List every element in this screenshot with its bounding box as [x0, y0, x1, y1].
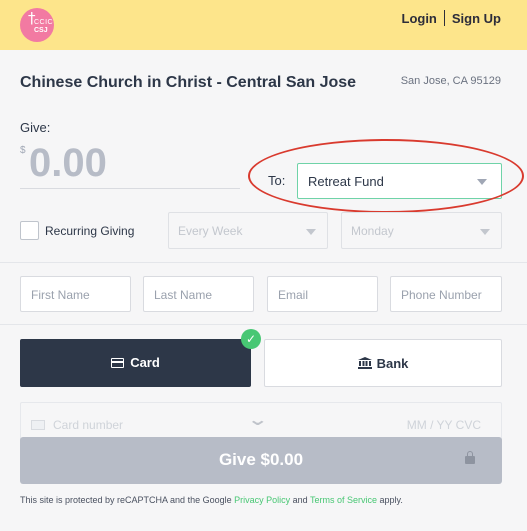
last-name-field[interactable]: Last Name	[143, 276, 254, 312]
fund-select[interactable]: Retreat Fund	[297, 163, 502, 199]
card-number-placeholder: Card number	[53, 418, 124, 432]
card-button-label: Card	[130, 355, 160, 370]
give-label: Give:	[20, 120, 51, 135]
card-brand-icon	[31, 420, 45, 430]
frequency-select-value: Every Week	[178, 224, 243, 238]
recurring-label[interactable]: Recurring Giving	[45, 224, 134, 238]
privacy-policy-link[interactable]: Privacy Policy	[234, 495, 290, 505]
chevron-down-icon	[477, 179, 487, 185]
amount-underline	[20, 188, 240, 189]
legal-and: and	[290, 495, 310, 505]
phone-field[interactable]: Phone Number	[390, 276, 502, 312]
card-icon	[111, 358, 125, 368]
chevron-down-icon	[480, 229, 490, 235]
chevron-down-icon[interactable]: ⌄	[247, 410, 268, 429]
church-location: San Jose, CA 95129	[400, 75, 501, 87]
fund-select-value: Retreat Fund	[308, 174, 384, 189]
login-link[interactable]: Login	[402, 11, 437, 26]
section-divider	[0, 262, 527, 263]
auth-divider	[443, 10, 445, 26]
amount-input[interactable]: 0.00	[29, 141, 107, 186]
email-placeholder: Email	[278, 288, 309, 302]
to-label: To:	[268, 173, 286, 188]
lock-icon	[465, 451, 475, 464]
signup-link[interactable]: Sign Up	[452, 11, 501, 26]
give-submit-button[interactable]: Give $0.00	[20, 437, 502, 484]
card-payment-button[interactable]: Card	[20, 339, 251, 387]
logo-text-line1: CCIC	[34, 19, 54, 26]
currency-symbol: $	[20, 145, 26, 156]
phone-placeholder: Phone Number	[401, 288, 482, 302]
bank-payment-button[interactable]: Bank	[264, 339, 502, 387]
section-divider	[0, 324, 527, 325]
recurring-checkbox[interactable]	[20, 221, 39, 240]
auth-links: Login Sign Up	[402, 10, 501, 26]
top-bar: † CCIC CSJ Login Sign Up	[0, 0, 527, 50]
day-select[interactable]: Monday	[341, 212, 502, 249]
card-expiry-placeholder: MM / YY CVC	[406, 418, 481, 432]
check-icon: ✓	[241, 329, 261, 349]
email-field[interactable]: Email	[267, 276, 378, 312]
first-name-placeholder: First Name	[31, 288, 90, 302]
give-submit-label: Give $0.00	[218, 450, 304, 469]
recaptcha-notice: This site is protected by reCAPTCHA and …	[20, 495, 403, 505]
bank-button-label: Bank	[376, 356, 409, 371]
bank-icon	[357, 357, 372, 369]
church-name: Chinese Church in Christ - Central San J…	[20, 74, 357, 91]
day-select-value: Monday	[351, 224, 394, 238]
chevron-down-icon	[306, 229, 316, 235]
last-name-placeholder: Last Name	[154, 288, 213, 302]
church-logo[interactable]: † CCIC CSJ	[20, 8, 54, 42]
logo-text-line2: CSJ	[34, 27, 48, 34]
frequency-select[interactable]: Every Week	[168, 212, 328, 249]
legal-prefix: This site is protected by reCAPTCHA and …	[20, 495, 235, 505]
legal-suffix: apply.	[377, 495, 403, 505]
first-name-field[interactable]: First Name	[20, 276, 131, 312]
terms-of-service-link[interactable]: Terms of Service	[310, 495, 377, 505]
